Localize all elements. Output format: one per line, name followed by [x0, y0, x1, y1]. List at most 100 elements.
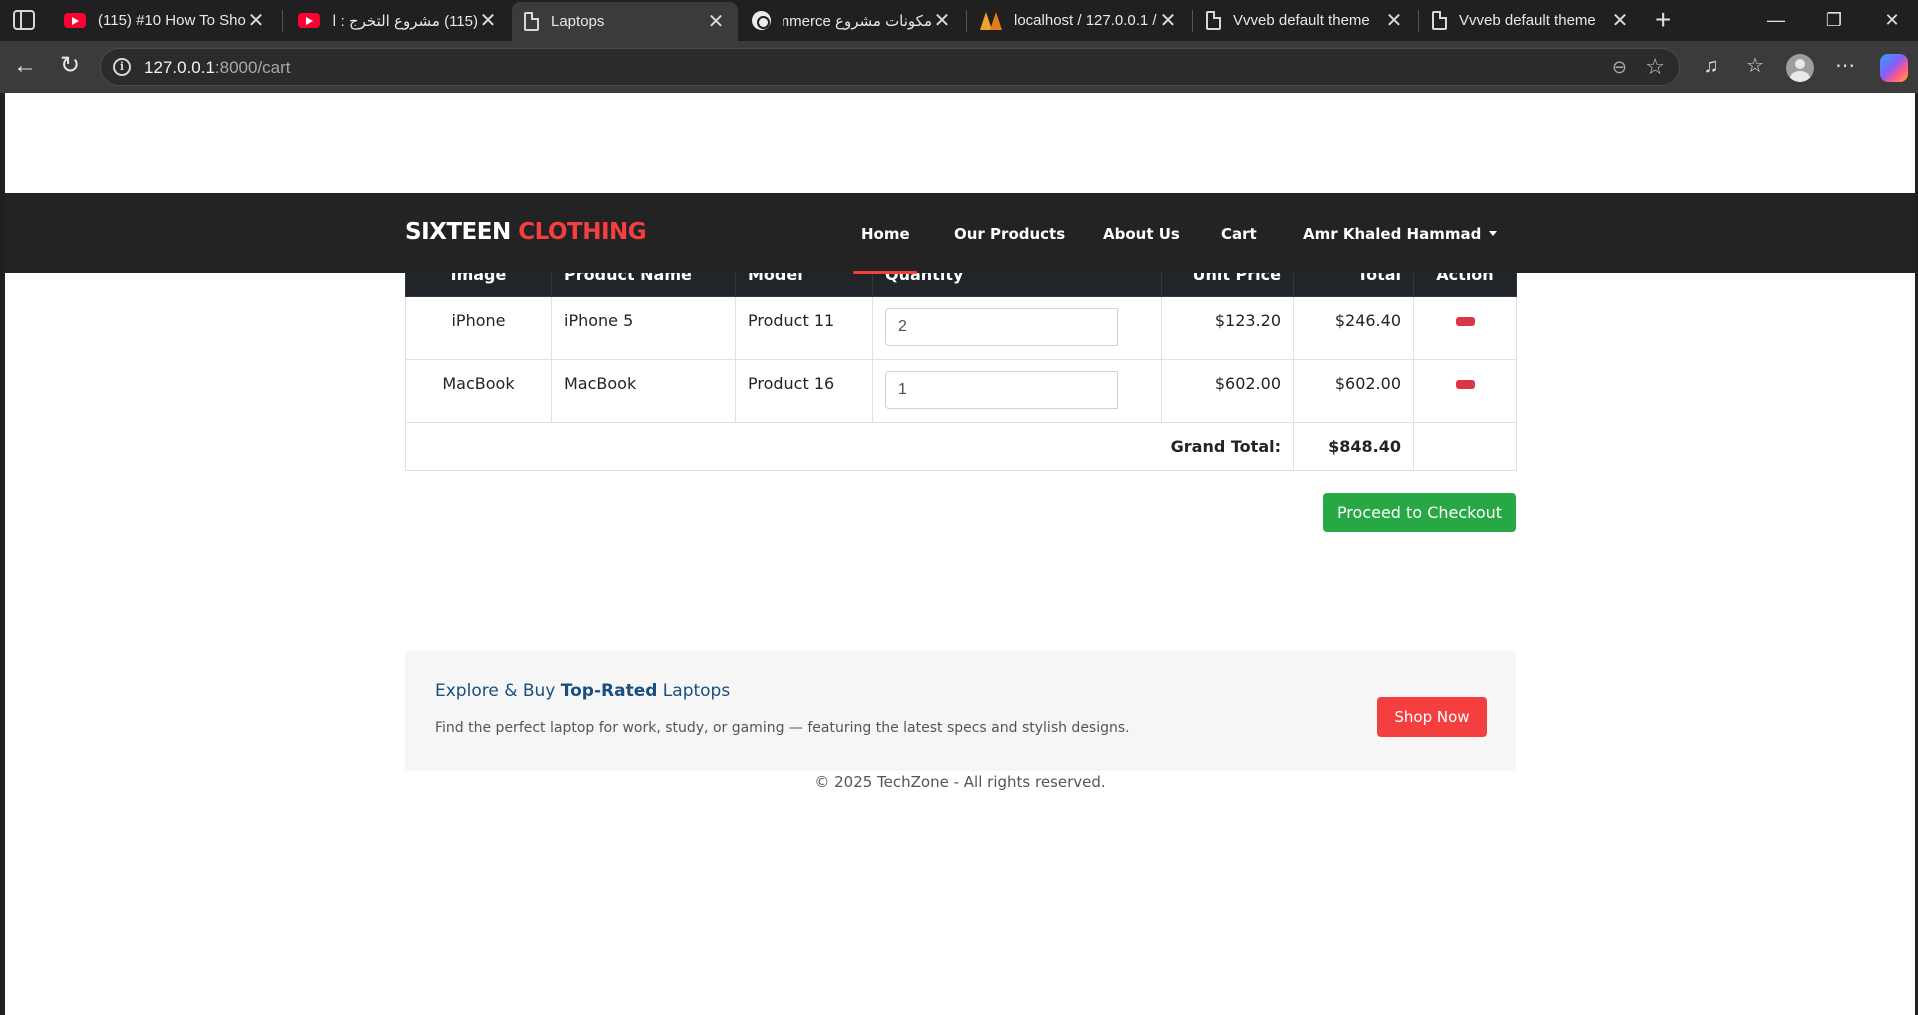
promo-title-pre: Explore & Buy: [435, 681, 561, 701]
browser-toolbar: ← ↻ i 127.0.0.1:8000/cart ⊖ ☆ ♫ ☆ ⋯: [0, 41, 1918, 93]
restore-icon[interactable]: ❐: [1814, 6, 1854, 34]
document-icon: [524, 12, 539, 31]
table-row: iPhone iPhone 5 Product 11 $123.20 $246.…: [405, 296, 1517, 360]
product-image-alt: iPhone: [405, 296, 552, 360]
tab-title: مكونات مشروع e-commerce: [783, 12, 932, 30]
favorite-star-icon[interactable]: ☆: [1645, 54, 1665, 80]
browser-tab[interactable]: Vvveb default theme ✕: [1420, 0, 1642, 41]
tab-title: Vvveb default theme: [1459, 12, 1596, 29]
url-host: 127.0.0.1: [144, 58, 215, 77]
promo-title-post: Laptops: [657, 681, 731, 701]
logo-accent: CLOTHING: [518, 219, 647, 245]
remove-item-button[interactable]: [1455, 317, 1475, 326]
close-tab-icon[interactable]: ✕: [1610, 11, 1630, 31]
media-icon[interactable]: ♫: [1696, 53, 1726, 79]
product-name: MacBook: [551, 359, 736, 423]
browser-tab-active[interactable]: Laptops ✕: [512, 2, 738, 41]
action-cell: [1413, 296, 1517, 360]
unit-price: $602.00: [1161, 359, 1294, 423]
site-header: SIXTEEN CLOTHING Home Our Products About…: [5, 193, 1915, 274]
back-icon[interactable]: ←: [10, 53, 40, 79]
sidebar-toggle-icon[interactable]: [13, 10, 35, 30]
quantity-stepper: [885, 308, 1118, 346]
quantity-cell: [872, 359, 1162, 423]
close-tab-icon[interactable]: ✕: [1384, 11, 1404, 31]
remove-item-button[interactable]: [1455, 380, 1475, 389]
youtube-icon: [298, 13, 320, 28]
phpmyadmin-icon: [980, 11, 1002, 30]
browser-tab-bar: (115) #10 How To Show ✕ (115) مشروع التخ…: [0, 0, 1918, 41]
action-cell: [1413, 359, 1517, 423]
user-name: Amr Khaled Hammad: [1303, 225, 1482, 243]
zoom-out-icon[interactable]: ⊖: [1612, 57, 1627, 78]
nav-our-products[interactable]: Our Products: [954, 225, 1065, 243]
address-bar[interactable]: i 127.0.0.1:8000/cart ⊖ ☆: [100, 48, 1680, 86]
quantity-input[interactable]: [885, 308, 1118, 346]
user-menu-dropdown[interactable]: Amr Khaled Hammad: [1303, 225, 1498, 243]
close-tab-icon[interactable]: ✕: [1158, 11, 1178, 31]
nav-about-us[interactable]: About Us: [1103, 225, 1180, 243]
quantity-cell: [872, 296, 1162, 360]
close-tab-icon[interactable]: ✕: [706, 12, 726, 32]
nav-home[interactable]: Home: [861, 225, 910, 243]
browser-tab[interactable]: localhost / 127.0.0.1 / e ✕: [968, 0, 1190, 41]
tab-divider: [1418, 10, 1419, 32]
browser-tab[interactable]: Vvveb default theme ✕: [1194, 0, 1416, 41]
shop-now-button[interactable]: Shop Now: [1377, 697, 1487, 737]
line-total: $246.40: [1293, 296, 1414, 360]
quantity-stepper: [885, 371, 1118, 409]
favorites-icon[interactable]: ☆: [1740, 53, 1770, 79]
url-path: :8000/cart: [214, 58, 291, 77]
browser-tab[interactable]: (115) #10 How To Show ✕: [52, 0, 278, 41]
browser-tab[interactable]: مكونات مشروع e-commerce ✕: [740, 0, 964, 41]
page-viewport: SIXTEEN CLOTHING Home Our Products About…: [5, 93, 1915, 1015]
tab-divider: [966, 10, 967, 32]
youtube-icon: [64, 13, 86, 28]
promo-banner: Explore & Buy Top-Rated Laptops Find the…: [405, 651, 1516, 771]
site-logo[interactable]: SIXTEEN CLOTHING: [405, 219, 647, 245]
table-row: MacBook MacBook Product 16 $602.00 $602.…: [405, 359, 1517, 423]
document-icon: [1432, 11, 1447, 30]
new-tab-icon[interactable]: +: [1655, 6, 1671, 34]
url-text[interactable]: 127.0.0.1:8000/cart: [144, 58, 291, 78]
profile-avatar-icon[interactable]: [1786, 54, 1814, 82]
nav-cart[interactable]: Cart: [1221, 225, 1257, 243]
close-tab-icon[interactable]: ✕: [478, 11, 498, 31]
proceed-to-checkout-button[interactable]: Proceed to Checkout: [1323, 493, 1516, 532]
promo-text: Find the perfect laptop for work, study,…: [435, 720, 1130, 736]
tab-title: (115) #10 How To Show: [98, 12, 246, 29]
dropdown-caret-icon: [1489, 231, 1498, 236]
tab-title: Vvveb default theme: [1233, 12, 1370, 29]
close-tab-icon[interactable]: ✕: [932, 11, 952, 31]
tab-divider: [282, 10, 283, 32]
tab-title: (115) مشروع التخرج : الجـ: [332, 12, 478, 30]
unit-price: $123.20: [1161, 296, 1294, 360]
tab-title: localhost / 127.0.0.1 / e: [1014, 12, 1158, 29]
product-model: Product 16: [735, 359, 873, 423]
grand-total-value: $848.40: [1293, 422, 1414, 471]
document-icon: [1206, 11, 1221, 30]
site-info-icon[interactable]: i: [113, 58, 131, 76]
product-name: iPhone 5: [551, 296, 736, 360]
active-nav-indicator: [853, 271, 917, 274]
browser-tab[interactable]: (115) مشروع التخرج : الجـ ✕: [286, 0, 510, 41]
product-image-alt: MacBook: [405, 359, 552, 423]
close-window-icon[interactable]: ✕: [1872, 6, 1912, 34]
copilot-icon[interactable]: [1880, 54, 1908, 82]
tab-title: Laptops: [551, 13, 605, 30]
line-total: $602.00: [1293, 359, 1414, 423]
quantity-input[interactable]: [885, 371, 1118, 409]
tab-divider: [1192, 10, 1193, 32]
product-model: Product 11: [735, 296, 873, 360]
reload-icon[interactable]: ↻: [55, 53, 85, 79]
minimize-icon[interactable]: —: [1756, 6, 1796, 34]
empty-cell: [1413, 422, 1517, 471]
more-options-icon[interactable]: ⋯: [1830, 53, 1860, 79]
grand-total-row: Grand Total: $848.40: [405, 422, 1517, 471]
grand-total-label: Grand Total:: [405, 422, 1294, 471]
promo-title-bold: Top-Rated: [560, 681, 658, 701]
logo-main: SIXTEEN: [405, 219, 511, 245]
chatgpt-icon: [752, 11, 771, 30]
close-tab-icon[interactable]: ✕: [246, 11, 266, 31]
promo-title: Explore & Buy Top-Rated Laptops: [435, 681, 730, 701]
